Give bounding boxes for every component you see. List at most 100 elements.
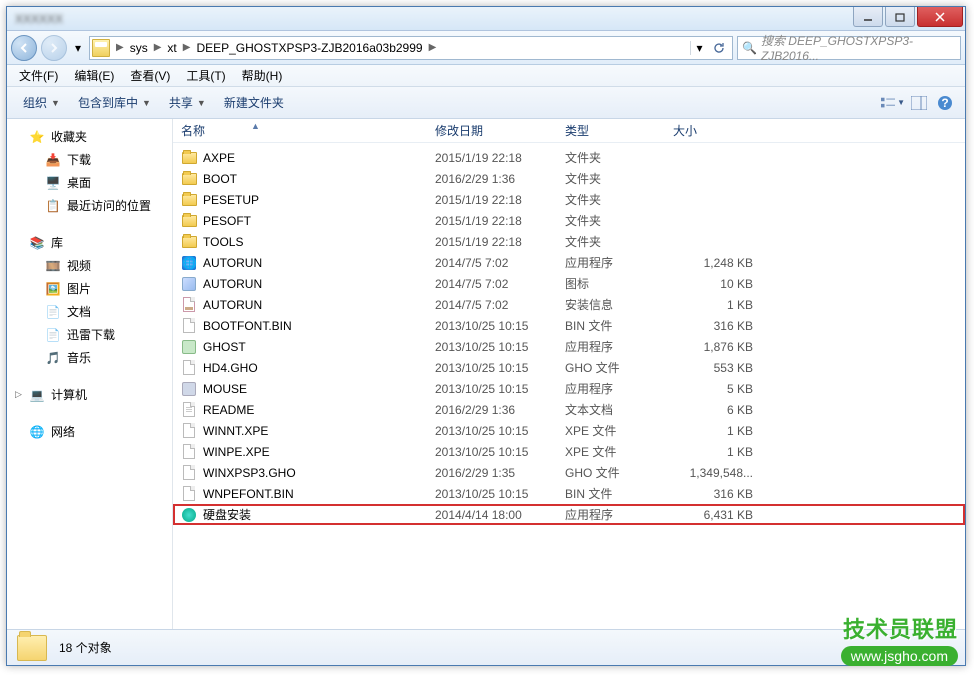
expand-icon: ▷ — [15, 389, 22, 400]
file-row[interactable]: 🌐AUTORUN2014/7/5 7:02应用程序1,248 KB — [173, 252, 965, 273]
file-size: 1,349,548... — [673, 466, 763, 480]
file-type: 安装信息 — [565, 296, 673, 313]
file-type: 图标 — [565, 275, 673, 292]
nav-music[interactable]: 🎵音乐 — [7, 346, 172, 369]
file-name: MOUSE — [203, 382, 247, 396]
file-row[interactable]: BOOTFONT.BIN2013/10/25 10:15BIN 文件316 KB — [173, 315, 965, 336]
column-size[interactable]: 大小 — [673, 122, 763, 139]
nav-documents[interactable]: 📄文档 — [7, 300, 172, 323]
breadcrumb-segment[interactable]: DEEP_GHOSTXPSP3-ZJB2016a03b2999 — [192, 37, 426, 59]
help-button[interactable]: ? — [933, 91, 957, 115]
view-options-button[interactable]: ▼ — [881, 91, 905, 115]
file-row[interactable]: WINXPSP3.GHO2016/2/29 1:35GHO 文件1,349,54… — [173, 462, 965, 483]
file-row[interactable]: WINNT.XPE2013/10/25 10:15XPE 文件1 KB — [173, 420, 965, 441]
refresh-button[interactable] — [708, 41, 730, 55]
file-row[interactable]: HD4.GHO2013/10/25 10:15GHO 文件553 KB — [173, 357, 965, 378]
file-name: PESETUP — [203, 193, 259, 207]
minimize-button[interactable] — [853, 7, 883, 27]
file-date: 2013/10/25 10:15 — [435, 424, 565, 438]
chevron-right-icon[interactable]: ▶ — [114, 42, 126, 53]
file-row[interactable]: GHOST2013/10/25 10:15应用程序1,876 KB — [173, 336, 965, 357]
file-date: 2015/1/19 22:18 — [435, 214, 565, 228]
navigation-bar: ▾ ▶ sys ▶ xt ▶ DEEP_GHOSTXPSP3-ZJB2016a0… — [7, 31, 965, 65]
search-input[interactable]: 🔍 搜索 DEEP_GHOSTXPSP3-ZJB2016... — [737, 36, 961, 60]
column-date[interactable]: 修改日期 — [435, 122, 565, 139]
content-area: ⭐收藏夹 📥下载 🖥️桌面 📋最近访问的位置 📚库 🎞️视频 🖼️图片 📄文档 … — [7, 119, 965, 629]
chevron-right-icon[interactable]: ▶ — [181, 42, 193, 53]
chevron-down-icon: ▼ — [197, 98, 206, 108]
close-button[interactable] — [917, 7, 963, 27]
file-row[interactable]: 硬盘安装2014/4/14 18:00应用程序6,431 KB — [173, 504, 965, 525]
file-row[interactable]: PESETUP2015/1/19 22:18文件夹 — [173, 189, 965, 210]
file-date: 2013/10/25 10:15 — [435, 319, 565, 333]
column-type[interactable]: 类型 — [565, 122, 673, 139]
file-date: 2013/10/25 10:15 — [435, 382, 565, 396]
file-size: 6 KB — [673, 403, 763, 417]
file-icon — [181, 192, 197, 208]
menu-edit[interactable]: 编辑(E) — [66, 65, 122, 86]
breadcrumb-segment[interactable]: xt — [163, 37, 180, 59]
include-in-library-button[interactable]: 包含到库中▼ — [70, 90, 159, 115]
nav-recent[interactable]: 📋最近访问的位置 — [7, 194, 172, 217]
file-row[interactable]: AUTORUN2014/7/5 7:02安装信息1 KB — [173, 294, 965, 315]
file-type: 文件夹 — [565, 170, 673, 187]
menu-tools[interactable]: 工具(T) — [178, 65, 233, 86]
file-type: XPE 文件 — [565, 422, 673, 439]
nav-videos[interactable]: 🎞️视频 — [7, 254, 172, 277]
music-icon: 🎵 — [45, 350, 61, 366]
menu-view[interactable]: 查看(V) — [122, 65, 178, 86]
file-row[interactable]: AXPE2015/1/19 22:18文件夹 — [173, 147, 965, 168]
file-date: 2013/10/25 10:15 — [435, 340, 565, 354]
folder-icon — [92, 39, 110, 57]
libraries-group[interactable]: 📚库 — [7, 231, 172, 254]
maximize-button[interactable] — [885, 7, 915, 27]
file-row[interactable]: WNPEFONT.BIN2013/10/25 10:15BIN 文件316 KB — [173, 483, 965, 504]
nav-downloads[interactable]: 📥下载 — [7, 148, 172, 171]
file-row[interactable]: TOOLS2015/1/19 22:18文件夹 — [173, 231, 965, 252]
file-name: BOOTFONT.BIN — [203, 319, 292, 333]
nav-history-dropdown[interactable]: ▾ — [71, 41, 85, 55]
back-button[interactable] — [11, 35, 37, 61]
svg-text:?: ? — [941, 96, 948, 110]
file-row[interactable]: AUTORUN2014/7/5 7:02图标10 KB — [173, 273, 965, 294]
forward-button[interactable] — [41, 35, 67, 61]
file-row[interactable]: WINPE.XPE2013/10/25 10:15XPE 文件1 KB — [173, 441, 965, 462]
file-row[interactable]: README 2016/2/29 1:36文本文档6 KB — [173, 399, 965, 420]
computer-group[interactable]: ▷💻计算机 — [7, 383, 172, 406]
organize-button[interactable]: 组织▼ — [15, 90, 68, 115]
address-dropdown[interactable]: ▾ — [690, 41, 708, 55]
file-icon — [181, 150, 197, 166]
nav-thunder[interactable]: 📄迅雷下载 — [7, 323, 172, 346]
file-date: 2014/7/5 7:02 — [435, 298, 565, 312]
address-bar[interactable]: ▶ sys ▶ xt ▶ DEEP_GHOSTXPSP3-ZJB2016a03b… — [89, 36, 733, 60]
file-row[interactable]: MOUSE2013/10/25 10:15应用程序5 KB — [173, 378, 965, 399]
share-button[interactable]: 共享▼ — [161, 90, 214, 115]
file-name: README — [203, 403, 254, 417]
file-size: 316 KB — [673, 319, 763, 333]
file-date: 2014/4/14 18:00 — [435, 508, 565, 522]
file-date: 2016/2/29 1:36 — [435, 403, 565, 417]
file-row[interactable]: PESOFT2015/1/19 22:18文件夹 — [173, 210, 965, 231]
menu-help[interactable]: 帮助(H) — [234, 65, 291, 86]
file-type: 文本文档 — [565, 401, 673, 418]
file-row[interactable]: BOOT2016/2/29 1:36文件夹 — [173, 168, 965, 189]
file-list[interactable]: AXPE2015/1/19 22:18文件夹BOOT2016/2/29 1:36… — [173, 143, 965, 629]
nav-pictures[interactable]: 🖼️图片 — [7, 277, 172, 300]
nav-desktop[interactable]: 🖥️桌面 — [7, 171, 172, 194]
file-size: 6,431 KB — [673, 508, 763, 522]
file-icon — [181, 402, 197, 418]
favorites-group[interactable]: ⭐收藏夹 — [7, 125, 172, 148]
file-type: 文件夹 — [565, 191, 673, 208]
file-name: TOOLS — [203, 235, 243, 249]
network-group[interactable]: 🌐网络 — [7, 420, 172, 443]
picture-icon: 🖼️ — [45, 281, 61, 297]
new-folder-button[interactable]: 新建文件夹 — [216, 90, 292, 115]
column-name[interactable]: 名称▲ — [181, 122, 435, 139]
menu-bar: 文件(F) 编辑(E) 查看(V) 工具(T) 帮助(H) — [7, 65, 965, 87]
chevron-right-icon[interactable]: ▶ — [152, 42, 164, 53]
breadcrumb-segment[interactable]: sys — [126, 37, 152, 59]
preview-pane-button[interactable] — [907, 91, 931, 115]
chevron-right-icon[interactable]: ▶ — [427, 42, 439, 53]
download-icon: 📄 — [45, 327, 61, 343]
menu-file[interactable]: 文件(F) — [11, 65, 66, 86]
